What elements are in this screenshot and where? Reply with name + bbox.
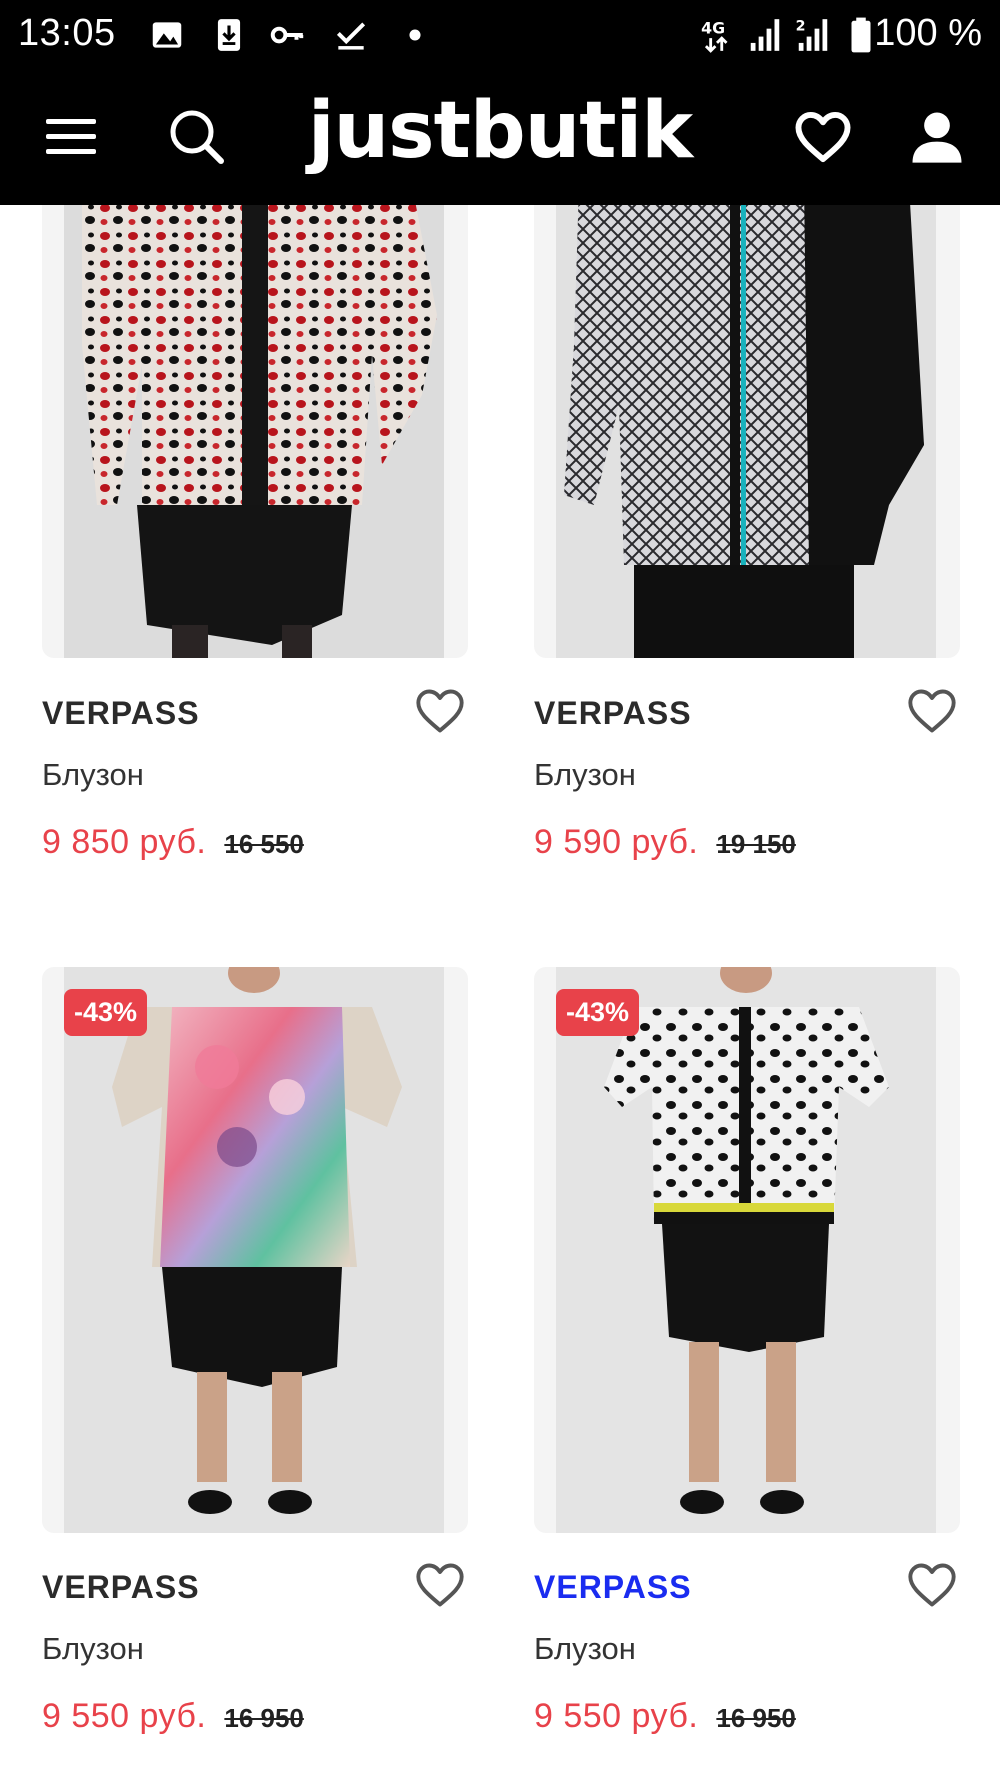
old-price: 19 150 bbox=[716, 829, 796, 859]
heart-icon bbox=[414, 1561, 466, 1614]
old-price: 16 950 bbox=[224, 1703, 304, 1733]
price-row: 9 850 руб. 16 550 bbox=[42, 823, 304, 862]
discount-badge: -43% bbox=[64, 989, 148, 1036]
status-bar: 13:05 4G 2 100 % bbox=[0, 0, 1000, 72]
current-price: 9 850 руб. bbox=[42, 823, 207, 861]
product-card[interactable]: -43% VERPASS Блузон 9 550 руб. 16 950 bbox=[534, 967, 960, 1778]
app-header: justbutik bbox=[0, 72, 1000, 205]
image-icon bbox=[148, 16, 186, 54]
4g-icon: 4G bbox=[698, 16, 736, 54]
favorite-button[interactable] bbox=[904, 1559, 960, 1615]
check-icon bbox=[332, 16, 370, 54]
svg-text:2: 2 bbox=[796, 18, 806, 34]
favorites-button[interactable] bbox=[788, 104, 858, 174]
user-icon bbox=[909, 109, 965, 170]
heart-icon bbox=[906, 687, 958, 740]
current-price: 9 550 руб. bbox=[42, 1697, 207, 1735]
price-row: 9 590 руб. 19 150 bbox=[534, 823, 796, 862]
old-price: 16 550 bbox=[224, 829, 304, 859]
favorite-button[interactable] bbox=[904, 685, 960, 741]
svg-text:4G: 4G bbox=[701, 18, 725, 37]
current-price: 9 590 руб. bbox=[534, 823, 699, 861]
price-row: 9 550 руб. 16 950 bbox=[534, 1697, 796, 1736]
heart-icon bbox=[414, 687, 466, 740]
signal-2-icon: 2 bbox=[794, 16, 832, 54]
product-name[interactable]: Блузон bbox=[534, 757, 636, 793]
key-icon bbox=[268, 16, 306, 54]
price-row: 9 550 руб. 16 950 bbox=[42, 1697, 304, 1736]
heart-icon bbox=[906, 1561, 958, 1614]
favorite-button[interactable] bbox=[412, 1559, 468, 1615]
discount-badge: -43% bbox=[556, 989, 640, 1036]
product-grid: VERPASS Блузон 9 850 руб. 16 550 VERPASS… bbox=[0, 205, 1000, 1778]
brand-name[interactable]: VERPASS bbox=[534, 695, 692, 732]
download-icon bbox=[210, 16, 248, 54]
product-card[interactable]: VERPASS Блузон 9 850 руб. 16 550 bbox=[42, 205, 468, 905]
product-image[interactable]: -43% bbox=[42, 967, 468, 1533]
current-price: 9 550 руб. bbox=[534, 1697, 699, 1735]
product-image[interactable]: -43% bbox=[534, 967, 960, 1533]
status-time: 13:05 bbox=[18, 12, 116, 54]
product-card[interactable]: VERPASS Блузон 9 590 руб. 19 150 bbox=[534, 205, 960, 905]
product-name[interactable]: Блузон bbox=[42, 1631, 144, 1667]
product-name[interactable]: Блузон bbox=[534, 1631, 636, 1667]
product-image[interactable] bbox=[42, 205, 468, 658]
product-name[interactable]: Блузон bbox=[42, 757, 144, 793]
battery-percent: 100 % bbox=[874, 12, 982, 54]
product-image[interactable] bbox=[534, 205, 960, 658]
brand-name[interactable]: VERPASS bbox=[42, 1569, 200, 1606]
old-price: 16 950 bbox=[716, 1703, 796, 1733]
dot-icon bbox=[396, 16, 434, 54]
heart-icon bbox=[793, 110, 853, 169]
product-card[interactable]: -43% VERPASS Блузон 9 550 руб. 16 950 bbox=[42, 967, 468, 1778]
account-button[interactable] bbox=[902, 104, 972, 174]
signal-icon bbox=[746, 16, 784, 54]
favorite-button[interactable] bbox=[412, 685, 468, 741]
brand-name[interactable]: VERPASS bbox=[534, 1569, 692, 1606]
brand-name[interactable]: VERPASS bbox=[42, 695, 200, 732]
